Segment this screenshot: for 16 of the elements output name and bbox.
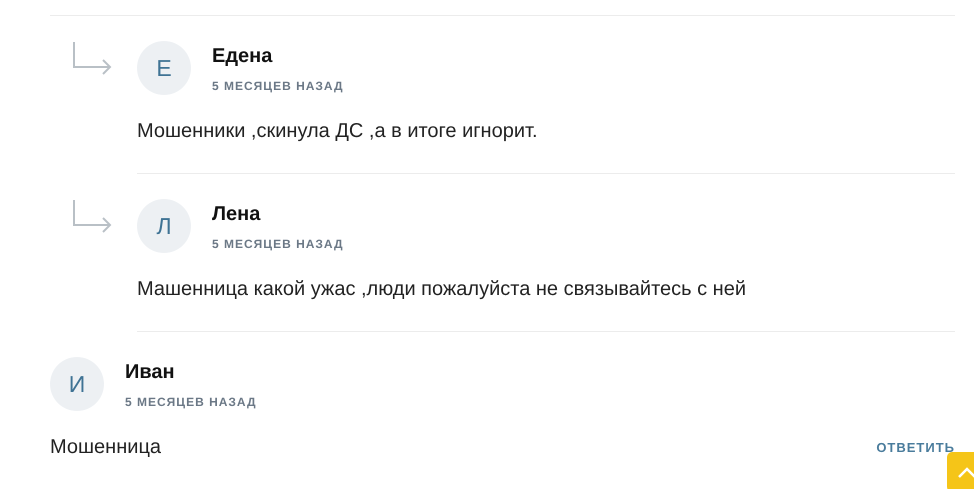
author-name: Иван [125, 361, 176, 384]
comment-date: 5 МЕСЯЦЕВ НАЗАД [212, 237, 344, 251]
comment-text: Мошенники ,скинула ДС ,а в итоге игнорит. [137, 120, 538, 143]
avatar-initial: И [50, 357, 104, 411]
reply-arrow-icon [72, 41, 112, 75]
avatar-initial: Л [137, 199, 191, 253]
comment-date: 5 МЕСЯЦЕВ НАЗАД [125, 395, 257, 409]
comment-text: Машенница какой ужас ,люди пожалуйста не связывайтесь с ней [137, 278, 746, 301]
comment-date: 5 МЕСЯЦЕВ НАЗАД [212, 79, 344, 93]
author-name: Лена [212, 203, 262, 226]
avatar-initial: Е [137, 41, 191, 95]
reply-button[interactable]: ОТВЕТИТЬ [876, 440, 955, 455]
author-name: Едена [212, 45, 274, 68]
comment-text: Мошенница [50, 436, 162, 459]
chevron-up-icon [958, 466, 974, 478]
reply-arrow-icon [72, 199, 112, 233]
